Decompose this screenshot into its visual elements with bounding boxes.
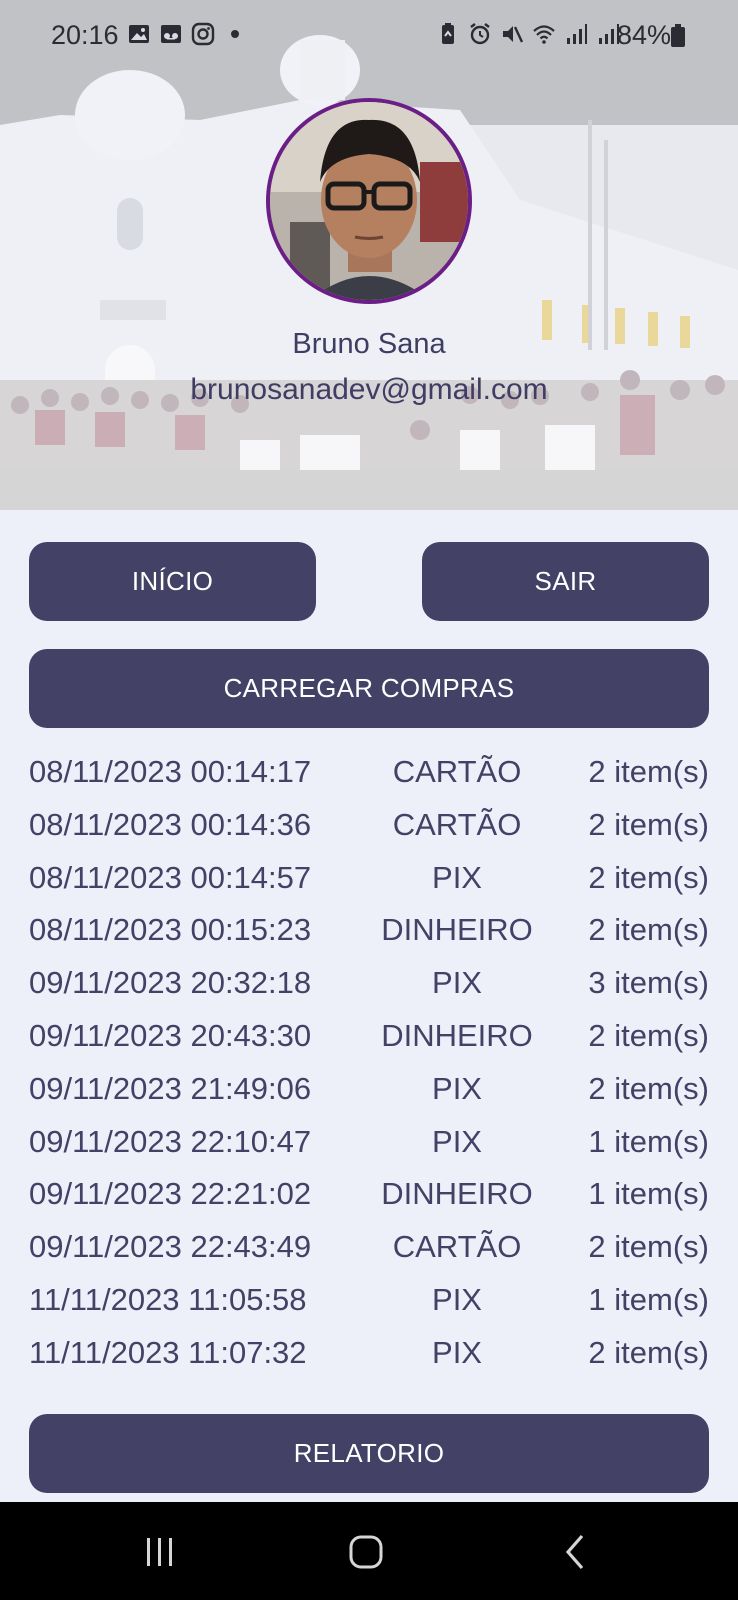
purchase-item-count: 2 item(s)	[588, 1229, 709, 1265]
sair-button[interactable]: SAIR	[422, 542, 709, 621]
mute-icon	[503, 26, 524, 43]
home-icon[interactable]	[346, 1532, 386, 1572]
purchase-date: 09/11/2023 22:21:02	[29, 1176, 312, 1212]
purchase-item-count: 1 item(s)	[588, 1123, 709, 1159]
dot-icon	[231, 30, 239, 38]
purchase-payment-method: CARTÃO	[392, 1229, 522, 1265]
purchase-item-count: 1 item(s)	[588, 1176, 709, 1212]
purchase-payment-method: DINHEIRO	[381, 912, 533, 948]
purchase-payment-method: CARTÃO	[392, 806, 522, 842]
purchase-row[interactable]: 08/11/2023 00:15:23 DINHEIRO 2 item(s)	[0, 902, 738, 955]
purchase-date: 09/11/2023 20:32:18	[29, 965, 312, 1001]
avatar-photo	[270, 102, 468, 300]
purchase-payment-method: PIX	[432, 1334, 482, 1370]
purchase-row[interactable]: 08/11/2023 00:14:57 PIX 2 item(s)	[0, 850, 738, 903]
purchase-payment-method: PIX	[432, 1070, 482, 1106]
voicemail-icon	[161, 25, 181, 43]
battery-percentage: 84%	[617, 20, 672, 50]
inicio-button[interactable]: INÍCIO	[29, 542, 316, 621]
purchase-row[interactable]: 09/11/2023 20:43:30 DINHEIRO 2 item(s)	[0, 1008, 738, 1061]
purchase-payment-method: PIX	[432, 1281, 482, 1317]
purchase-row[interactable]: 08/11/2023 00:14:36 CARTÃO 2 item(s)	[0, 797, 738, 850]
navigation-bar	[0, 1502, 738, 1600]
purchase-payment-method: PIX	[432, 965, 482, 1001]
purchase-date: 08/11/2023 00:14:36	[29, 806, 312, 842]
purchase-row[interactable]: 09/11/2023 22:21:02 DINHEIRO 1 item(s)	[0, 1166, 738, 1219]
purchase-payment-method: DINHEIRO	[381, 1017, 533, 1053]
status-bar: 20:16 84%	[0, 0, 738, 70]
battery-saver-icon	[442, 23, 454, 44]
purchase-row[interactable]: 09/11/2023 22:43:49 CARTÃO 2 item(s)	[0, 1219, 738, 1272]
avatar	[266, 98, 472, 304]
purchase-payment-method: CARTÃO	[392, 754, 522, 789]
purchase-item-count: 2 item(s)	[588, 1017, 709, 1053]
purchase-payment-method: DINHEIRO	[381, 1176, 533, 1212]
purchase-list[interactable]: 08/11/2023 00:14:17 CARTÃO 2 item(s) 08/11/…	[0, 744, 738, 1394]
profile-header: 20:16 84% Bruno Sana brunosanadev@gmail.…	[0, 0, 738, 510]
user-email: brunosanadev@gmail.com	[190, 373, 548, 406]
purchase-row[interactable]: 09/11/2023 20:32:18 PIX 3 item(s)	[0, 955, 738, 1008]
purchase-item-count: 2 item(s)	[588, 912, 709, 948]
purchase-date: 09/11/2023 21:49:06	[29, 1070, 312, 1106]
wifi-icon	[533, 25, 555, 44]
user-name: Bruno Sana	[292, 328, 446, 360]
purchase-date: 08/11/2023 00:15:23	[29, 912, 312, 948]
purchase-row[interactable]: 09/11/2023 21:49:06 PIX 2 item(s)	[0, 1061, 738, 1114]
purchase-payment-method: PIX	[432, 1123, 482, 1159]
purchase-payment-method: PIX	[376, 1388, 538, 1394]
relatorio-button[interactable]: RELATORIO	[29, 1414, 709, 1493]
battery-icon	[671, 24, 685, 47]
alarm-icon	[470, 23, 490, 45]
back-icon[interactable]	[556, 1532, 596, 1572]
status-right-icons	[436, 22, 620, 46]
purchase-row[interactable]: 11/11/2023 11:07:55 PIX 1 item(s)	[0, 1378, 738, 1394]
gallery-icon	[129, 25, 149, 43]
purchase-item-count: 2 item(s)	[588, 859, 709, 895]
purchase-date: 09/11/2023 22:43:49	[29, 1229, 312, 1265]
purchase-item-count: 1 item(s)	[588, 1388, 709, 1394]
purchase-row[interactable]: 08/11/2023 00:14:17 CARTÃO 2 item(s)	[0, 744, 738, 797]
purchase-item-count: 2 item(s)	[588, 1070, 709, 1106]
purchase-date: 09/11/2023 20:43:30	[29, 1017, 312, 1053]
purchase-date: 11/11/2023 11:07:32	[29, 1334, 307, 1370]
purchase-item-count: 2 item(s)	[588, 754, 709, 789]
signal-icon	[567, 24, 587, 44]
purchase-row[interactable]: 11/11/2023 11:07:32 PIX 2 item(s)	[0, 1325, 738, 1378]
purchase-date: 11/11/2023 11:05:58	[29, 1281, 307, 1317]
carregar-compras-button[interactable]: CARREGAR COMPRAS	[29, 649, 709, 728]
purchase-item-count: 2 item(s)	[588, 1334, 709, 1370]
recent-apps-icon[interactable]	[140, 1532, 180, 1572]
purchase-date: 09/11/2023 22:10:47	[29, 1123, 312, 1159]
purchase-date: 11/11/2023 11:07:55	[29, 1388, 307, 1394]
instagram-icon	[191, 22, 215, 46]
purchase-item-count: 2 item(s)	[588, 806, 709, 842]
purchase-payment-method: PIX	[432, 859, 482, 895]
purchase-date: 08/11/2023 00:14:17	[29, 754, 312, 789]
purchase-date: 08/11/2023 00:14:57	[29, 859, 312, 895]
purchase-item-count: 3 item(s)	[588, 965, 709, 1001]
status-time: 20:16	[51, 20, 119, 50]
status-left-icons	[127, 22, 247, 46]
purchase-row[interactable]: 11/11/2023 11:05:58 PIX 1 item(s)	[0, 1272, 738, 1325]
purchase-item-count: 1 item(s)	[588, 1281, 709, 1317]
purchase-row[interactable]: 09/11/2023 22:10:47 PIX 1 item(s)	[0, 1114, 738, 1167]
